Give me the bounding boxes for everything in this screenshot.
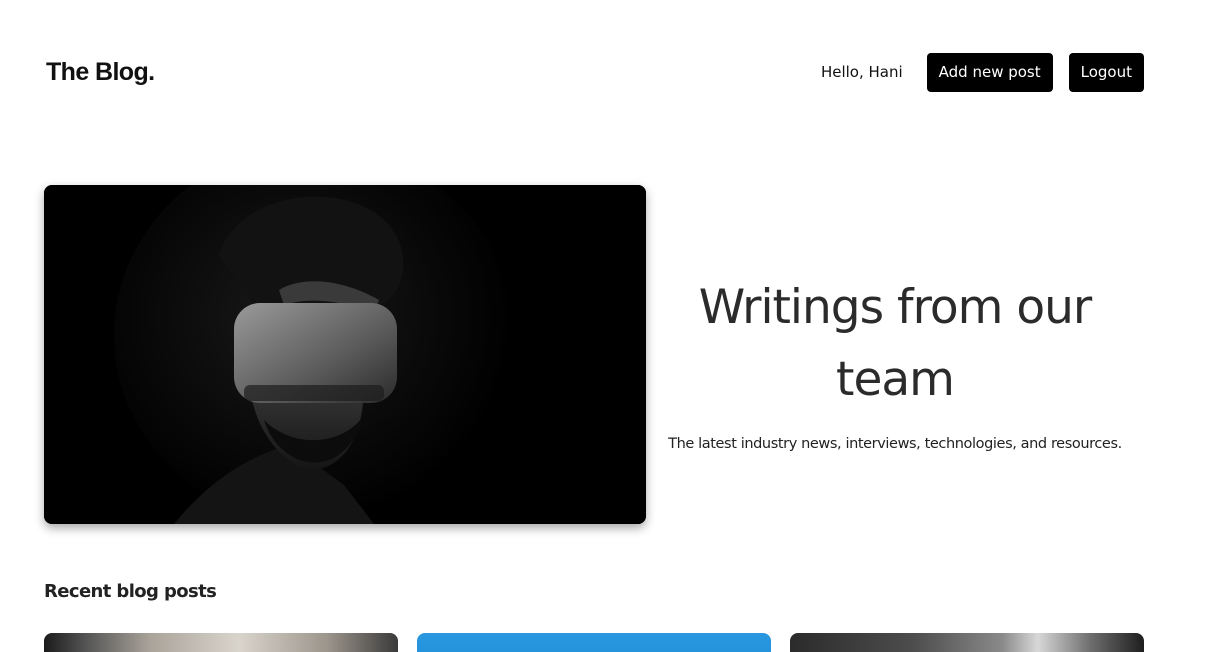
header-nav: Hello, Hani Add new post Logout — [820, 52, 1144, 92]
hero-subtitle: The latest industry news, interviews, te… — [668, 436, 1122, 452]
hero-image-vr-headset — [44, 185, 646, 524]
logout-button[interactable]: Logout — [1068, 52, 1144, 92]
site-logo[interactable]: The Blog. — [46, 58, 155, 87]
blog-home-page: The Blog. Hello, Hani Add new post Logou… — [0, 0, 1214, 652]
post-card-thumbnail[interactable] — [790, 633, 1144, 652]
hero-text-block: Writings from our team The latest indust… — [662, 272, 1128, 452]
post-card-thumbnail[interactable] — [44, 633, 398, 652]
hero-title: Writings from our team — [698, 280, 1092, 407]
site-header: The Blog. Hello, Hani Add new post Logou… — [46, 52, 1144, 92]
recent-posts-heading: Recent blog posts — [44, 581, 217, 602]
recent-posts-grid — [44, 633, 1144, 652]
user-greeting: Hello, Hani — [820, 63, 903, 81]
vr-headset-illustration — [44, 185, 646, 524]
post-card-thumbnail[interactable] — [417, 633, 771, 652]
add-new-post-button[interactable]: Add new post — [926, 52, 1053, 92]
